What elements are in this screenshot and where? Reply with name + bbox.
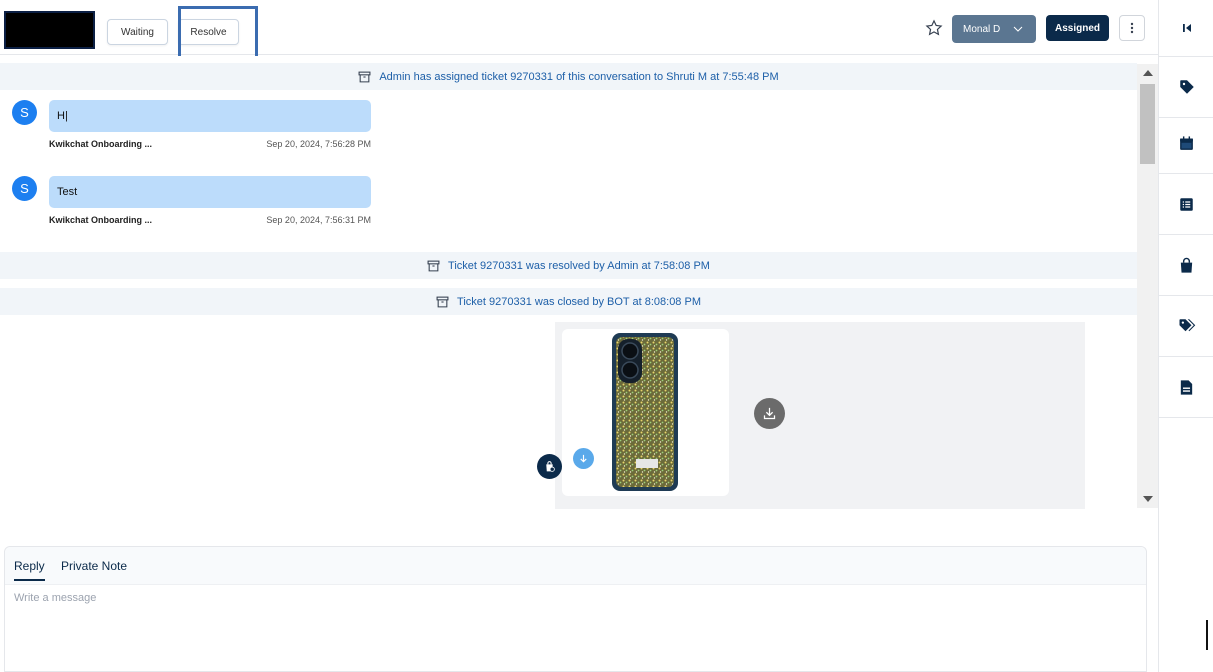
system-message: Admin has assigned ticket 9270331 of thi…	[0, 63, 1137, 90]
document-icon	[1180, 379, 1193, 395]
system-message: Ticket 9270331 was resolved by Admin at …	[0, 252, 1137, 279]
chevron-down-icon	[1013, 26, 1023, 32]
message-time: Sep 20, 2024, 7:56:31 PM	[266, 215, 371, 225]
sidebar-item-calendar[interactable]	[1159, 113, 1213, 174]
sidebar-item-bag[interactable]	[1159, 235, 1213, 296]
sidebar-item-tags[interactable]	[1159, 296, 1213, 357]
more-options-button[interactable]	[1119, 15, 1145, 41]
scroll-up-arrow[interactable]	[1143, 70, 1153, 76]
message-sender: Kwikchat Onboarding ...	[49, 215, 153, 225]
assigned-button[interactable]: Assigned	[1046, 15, 1109, 41]
bag-icon	[1180, 257, 1193, 273]
download-icon	[763, 407, 776, 420]
star-icon[interactable]	[925, 19, 943, 37]
resolve-button[interactable]: Resolve	[178, 19, 239, 45]
sidebar-item-tag[interactable]	[1159, 57, 1213, 118]
shopping-bag-badge[interactable]	[537, 454, 562, 479]
agent-select-label: Monal D	[963, 23, 1001, 35]
tag-icon	[1179, 80, 1194, 94]
waiting-button[interactable]: Waiting	[107, 19, 168, 45]
tags-icon	[1179, 319, 1195, 332]
reply-composer: Reply Private Note	[4, 546, 1147, 672]
phone-case-image	[612, 333, 678, 491]
message-bubble: H|	[49, 100, 371, 132]
media-message	[555, 322, 1085, 509]
conversation-header: Waiting Resolve Monal D Assigned	[0, 0, 1158, 55]
archive-icon	[358, 71, 371, 82]
download-small-button[interactable]	[573, 448, 594, 469]
message-input[interactable]	[14, 592, 1134, 662]
conversation-panel: Admin has assigned ticket 9270331 of thi…	[0, 56, 1137, 512]
system-message-text: Ticket 9270331 was closed by BOT at 8:08…	[457, 295, 701, 308]
message-bubble: Test	[49, 176, 371, 208]
avatar: S	[12, 176, 37, 201]
system-message-text: Admin has assigned ticket 9270331 of thi…	[379, 70, 779, 83]
redacted-contact-name	[4, 11, 95, 49]
message-time: Sep 20, 2024, 7:56:28 PM	[266, 139, 371, 149]
sidebar-item-list[interactable]	[1159, 174, 1213, 235]
sidebar-collapse-button[interactable]	[1159, 0, 1213, 57]
arrow-down-icon	[580, 454, 587, 463]
archive-icon	[436, 296, 449, 307]
shopping-bag-icon	[546, 461, 555, 472]
collapse-icon	[1182, 24, 1191, 32]
composer-tabs: Reply Private Note	[5, 547, 1146, 585]
sidebar-item-document[interactable]	[1159, 357, 1213, 418]
download-button[interactable]	[754, 398, 785, 429]
window-edge-line	[1206, 620, 1208, 650]
scroll-thumb[interactable]	[1140, 84, 1155, 164]
system-message-text: Ticket 9270331 was resolved by Admin at …	[448, 259, 710, 272]
system-message: Ticket 9270331 was closed by BOT at 8:08…	[0, 288, 1137, 315]
message-sender: Kwikchat Onboarding ...	[49, 139, 153, 149]
more-vertical-icon	[1130, 22, 1134, 34]
agent-select[interactable]: Monal D	[952, 15, 1036, 43]
product-image-card[interactable]	[562, 329, 729, 496]
scroll-down-arrow[interactable]	[1143, 496, 1153, 502]
archive-icon	[427, 260, 440, 271]
list-icon	[1180, 197, 1193, 211]
conversation-scrollbar[interactable]	[1137, 64, 1158, 508]
right-sidebar	[1158, 0, 1213, 672]
calendar-icon	[1180, 135, 1193, 150]
tab-private-note[interactable]: Private Note	[61, 559, 127, 579]
tab-reply[interactable]: Reply	[14, 559, 45, 581]
avatar: S	[12, 100, 37, 125]
